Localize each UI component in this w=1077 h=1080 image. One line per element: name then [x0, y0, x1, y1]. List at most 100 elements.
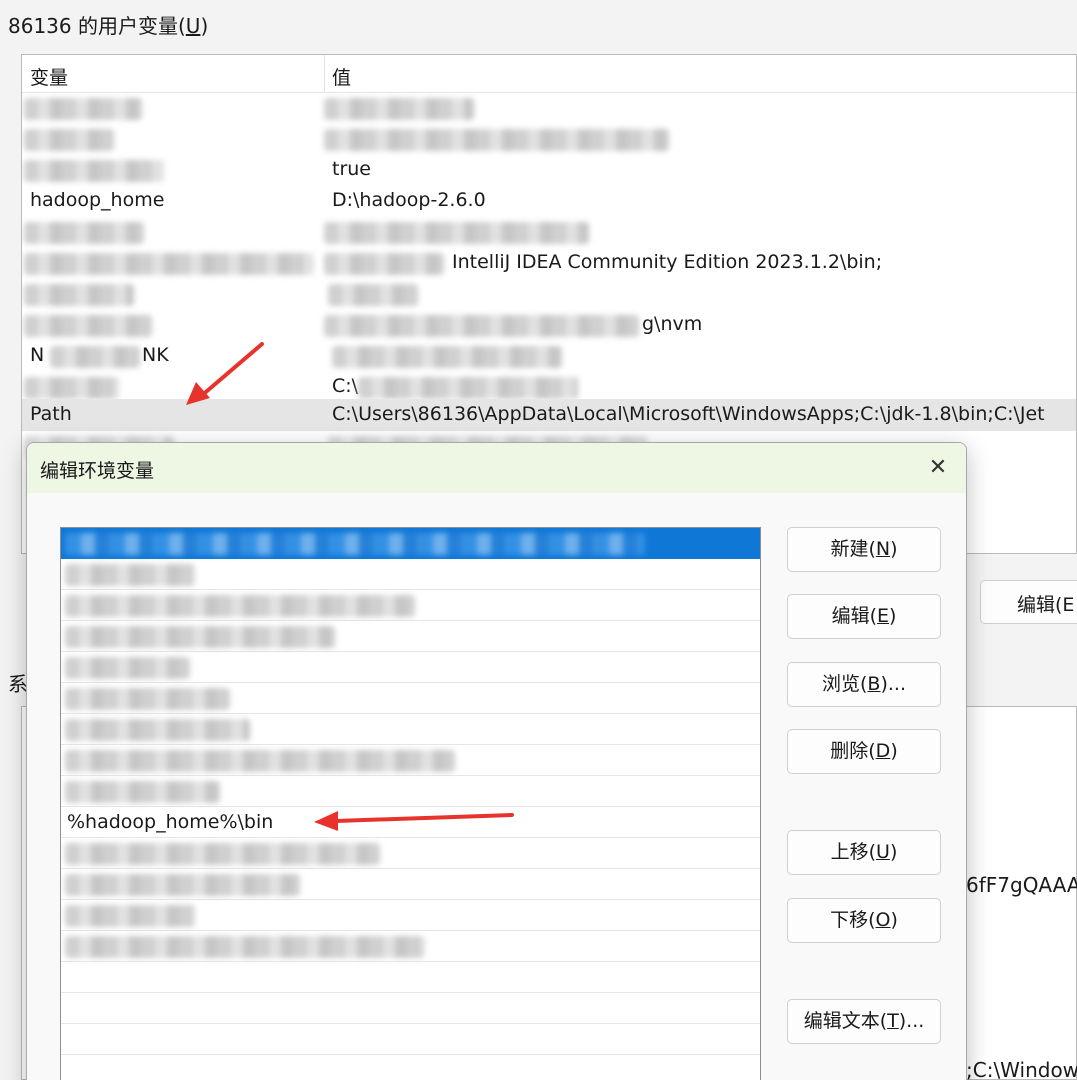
edit-text-button-label: 编辑文本( [803, 1010, 888, 1032]
user-var-row-path[interactable]: Path C:\Users\86136\AppData\Local\Micros… [22, 399, 1076, 431]
redacted-value [324, 222, 589, 244]
user-var-row-nvm[interactable]: g\nvm [22, 310, 1076, 341]
user-var-name: hadoop_home [30, 189, 165, 211]
redacted-value-prefix [324, 315, 639, 337]
edit-text-button[interactable]: 编辑文本(T)... [787, 999, 941, 1044]
user-var-edit-button[interactable]: 编辑(E [980, 580, 1077, 624]
move-up-button-key: U [876, 841, 890, 863]
user-var-row-redacted[interactable] [22, 217, 1076, 248]
delete-button-key: D [875, 740, 891, 762]
move-up-button-end: ) [889, 841, 898, 863]
system-vars-title: 系 [8, 672, 28, 696]
close-icon[interactable]: ✕ [923, 453, 953, 483]
edit-text-button-end: )... [898, 1010, 925, 1032]
user-var-row-redacted[interactable]: true [22, 155, 1076, 186]
user-var-row-redacted[interactable] [22, 279, 1076, 310]
redacted-name [24, 222, 144, 244]
move-down-button[interactable]: 下移(O) [787, 898, 941, 943]
user-var-value: g\nvm [642, 313, 703, 335]
dialog-title: 编辑环境变量 [40, 460, 155, 482]
browse-button-key: B [867, 673, 881, 695]
redacted-value [358, 377, 578, 399]
new-button-end: ) [890, 538, 898, 560]
delete-button[interactable]: 删除(D) [787, 729, 941, 774]
redacted-path [65, 688, 230, 710]
path-entry[interactable] [61, 714, 760, 745]
user-var-row-ide[interactable]: IntelliJ IDEA Community Edition 2023.1.2… [22, 248, 1076, 279]
browse-button-end: )... [880, 673, 906, 695]
user-vars-title: 86136 的用户变量(U) [8, 10, 208, 39]
edit-button[interactable]: 编辑(E) [787, 594, 941, 639]
redacted-name [24, 315, 152, 337]
path-entry[interactable] [61, 869, 760, 900]
redacted-name [24, 284, 134, 306]
new-button-key: N [875, 538, 891, 560]
path-entry-empty[interactable] [61, 993, 760, 1024]
edit-env-var-dialog: 编辑环境变量 ✕ %hadoop_home%\bin 新建(N) 编辑(E) 浏… [26, 442, 967, 1080]
redacted-name [24, 253, 314, 275]
redacted-name [24, 98, 142, 120]
user-var-value: true [332, 158, 371, 180]
redacted-path [65, 874, 300, 896]
user-var-name: Path [30, 403, 72, 425]
path-entry[interactable] [61, 621, 760, 652]
path-entry[interactable] [61, 683, 760, 714]
path-entry[interactable] [61, 838, 760, 869]
edit-button-label: 编辑( [831, 605, 877, 627]
column-header-name[interactable]: 变量 [30, 63, 68, 90]
move-up-button[interactable]: 上移(U) [787, 830, 941, 875]
redacted-path [65, 905, 195, 927]
redacted-path [65, 564, 195, 586]
redacted-name [24, 377, 119, 399]
path-entry[interactable] [61, 559, 760, 590]
redacted-path [65, 936, 425, 958]
redacted-name [50, 346, 140, 368]
path-entry[interactable] [61, 776, 760, 807]
user-vars-title-text: 86136 的用户变量( [8, 14, 186, 38]
path-entry[interactable] [61, 652, 760, 683]
redacted-value-prefix [324, 253, 444, 275]
path-entry[interactable] [61, 931, 760, 962]
path-entry[interactable] [61, 590, 760, 621]
dialog-titlebar[interactable]: 编辑环境变量 ✕ [27, 443, 966, 493]
user-var-row-redacted[interactable] [22, 93, 1076, 124]
user-var-name-prefix: N [30, 344, 45, 366]
path-entry-empty[interactable] [61, 962, 760, 993]
edit-button-end: ) [889, 605, 897, 627]
column-divider[interactable] [324, 55, 325, 93]
edit-text-button-key: T [887, 1010, 899, 1032]
redacted-value [328, 284, 418, 306]
redacted-path [65, 843, 380, 865]
move-down-button-label: 下移( [830, 909, 876, 931]
redacted-path [65, 657, 190, 679]
redacted-path [65, 533, 645, 555]
system-var-value-fragment: ;C:\Window [966, 1058, 1077, 1080]
redacted-path [65, 595, 415, 617]
user-vars-title-key: U [185, 14, 201, 38]
path-entry-hadoop-bin[interactable]: %hadoop_home%\bin [61, 807, 760, 838]
redacted-path [65, 626, 335, 648]
redacted-name [24, 160, 164, 182]
path-entry[interactable] [61, 745, 760, 776]
column-header-value[interactable]: 值 [332, 63, 351, 90]
redacted-path [65, 750, 455, 772]
path-entry-text: %hadoop_home%\bin [67, 811, 274, 833]
user-vars-header: 变量 值 [22, 55, 1076, 93]
move-down-button-key: O [875, 909, 891, 931]
path-entry[interactable] [61, 900, 760, 931]
user-var-row-redacted[interactable] [22, 124, 1076, 155]
move-up-button-label: 上移( [830, 841, 877, 863]
path-entry[interactable] [61, 528, 760, 559]
user-var-row-nk[interactable]: N NK [22, 341, 1076, 372]
user-var-value: C:\Users\86136\AppData\Local\Microsoft\W… [332, 403, 1045, 425]
new-button[interactable]: 新建(N) [787, 527, 941, 572]
path-entry-list[interactable]: %hadoop_home%\bin [60, 527, 761, 1080]
path-entry-empty[interactable] [61, 1024, 760, 1055]
move-down-button-end: ) [890, 909, 898, 931]
browse-button[interactable]: 浏览(B)... [787, 662, 941, 707]
redacted-value [332, 346, 562, 368]
user-var-value: IntelliJ IDEA Community Edition 2023.1.2… [452, 251, 883, 273]
user-var-row-hadoop-home[interactable]: hadoop_home D:\hadoop-2.6.0 [22, 186, 1076, 217]
user-vars-title-end: ) [200, 14, 209, 38]
redacted-path [65, 781, 220, 803]
